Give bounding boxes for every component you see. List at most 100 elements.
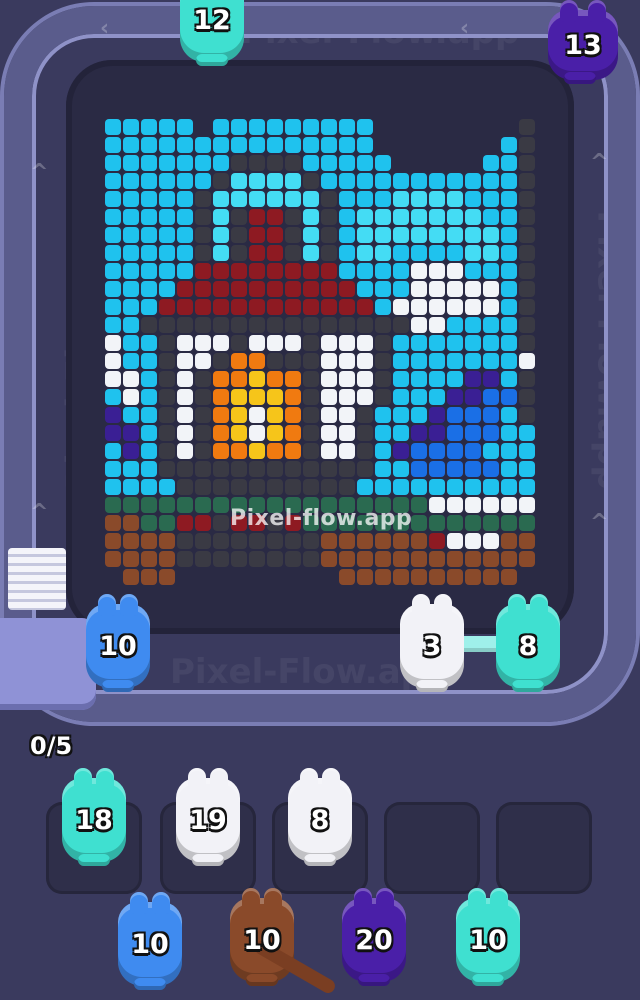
pixel-block [141,353,157,369]
pixel-block [483,479,499,495]
pixel-block [339,479,355,495]
pixel-block [267,281,283,297]
belt-critter[interactable]: 12 [180,0,244,66]
belt-critter[interactable]: 13 [548,0,618,84]
pixel-block [357,281,373,297]
belt-critter[interactable]: 3 [400,594,464,692]
pixel-block [249,533,265,549]
pixel-block [231,461,247,477]
belt-critter[interactable]: 8 [496,594,560,692]
pixel-block [447,335,463,351]
critter-feet [192,854,224,866]
pixel-block [267,371,283,387]
pixel-block [177,551,193,567]
pixel-block [393,461,409,477]
pixel-block [249,191,265,207]
pixel-block [177,533,193,549]
critter-count: 3 [422,630,442,662]
pixel-block [393,407,409,423]
pixel-block [465,497,481,513]
pixel-block [339,371,355,387]
pixel-block [285,335,301,351]
queue-critter[interactable]: 20 [342,888,406,986]
pixel-block [447,209,463,225]
pixel-block [429,515,445,531]
pixel-block [213,389,229,405]
pixel-block [501,173,517,189]
pixel-block [303,461,319,477]
pixel-block [375,281,391,297]
pixel-block [447,371,463,387]
pixel-block [375,335,391,351]
pixel-block [321,227,337,243]
pixel-block [249,551,265,567]
pixel-block [231,335,247,351]
pixel-block [105,443,121,459]
pixel-block [447,461,463,477]
pixel-block [141,173,157,189]
pixel-block [501,209,517,225]
pixel-block [321,533,337,549]
pixel-block [411,533,427,549]
pixel-block [123,317,139,333]
pixel-block [375,191,391,207]
pixel-block [195,155,211,171]
tray-critter[interactable]: 19 [176,768,240,866]
pixel-block [195,497,211,513]
pixel-block [393,209,409,225]
pixel-block [177,515,193,531]
pixel-block [429,533,445,549]
pixel-block [177,317,193,333]
belt-critter[interactable]: 10 [86,594,150,692]
pixel-block [303,353,319,369]
pixel-block [123,371,139,387]
pixel-block [465,443,481,459]
pixel-block [285,209,301,225]
pixel-block [519,551,535,567]
queue-critter[interactable]: 10 [456,888,520,986]
pixel-block [447,515,463,531]
pixel-block [357,155,373,171]
pixel-block [159,479,175,495]
pixel-block [519,389,535,405]
pixel-block [447,191,463,207]
critter-feet [304,854,336,866]
pixel-block [159,317,175,333]
pixel-block [195,299,211,315]
pixel-block [177,119,193,135]
pixel-block [285,317,301,333]
pixel-block [483,299,499,315]
pixel-block [519,191,535,207]
pixel-block [159,353,175,369]
pixel-block [339,551,355,567]
pixel-block [105,263,121,279]
pixel-block [267,551,283,567]
pixel-block [465,281,481,297]
pixel-block [123,173,139,189]
pixel-block [483,353,499,369]
pixel-block [303,551,319,567]
pixel-block [465,299,481,315]
pixel-block [195,515,211,531]
pixel-block [213,137,229,153]
pixel-block [519,155,535,171]
pixel-block [357,227,373,243]
pixel-block [411,245,427,261]
tray-slot-empty[interactable] [496,802,592,894]
pixel-block [195,461,211,477]
pixel-block [519,515,535,531]
pixel-block [519,479,535,495]
pixel-block [357,335,373,351]
pixel-block [357,371,373,387]
tray-critter[interactable]: 8 [288,768,352,866]
pixel-block [411,173,427,189]
pixel-block [105,461,121,477]
pixel-block [375,353,391,369]
queue-critter[interactable]: 10 [118,892,182,990]
pixel-block [159,299,175,315]
pixel-block [429,263,445,279]
tray-slot-empty[interactable] [384,802,480,894]
pixel-block [159,281,175,297]
pixel-block [393,389,409,405]
tray-critter[interactable]: 18 [62,768,126,866]
